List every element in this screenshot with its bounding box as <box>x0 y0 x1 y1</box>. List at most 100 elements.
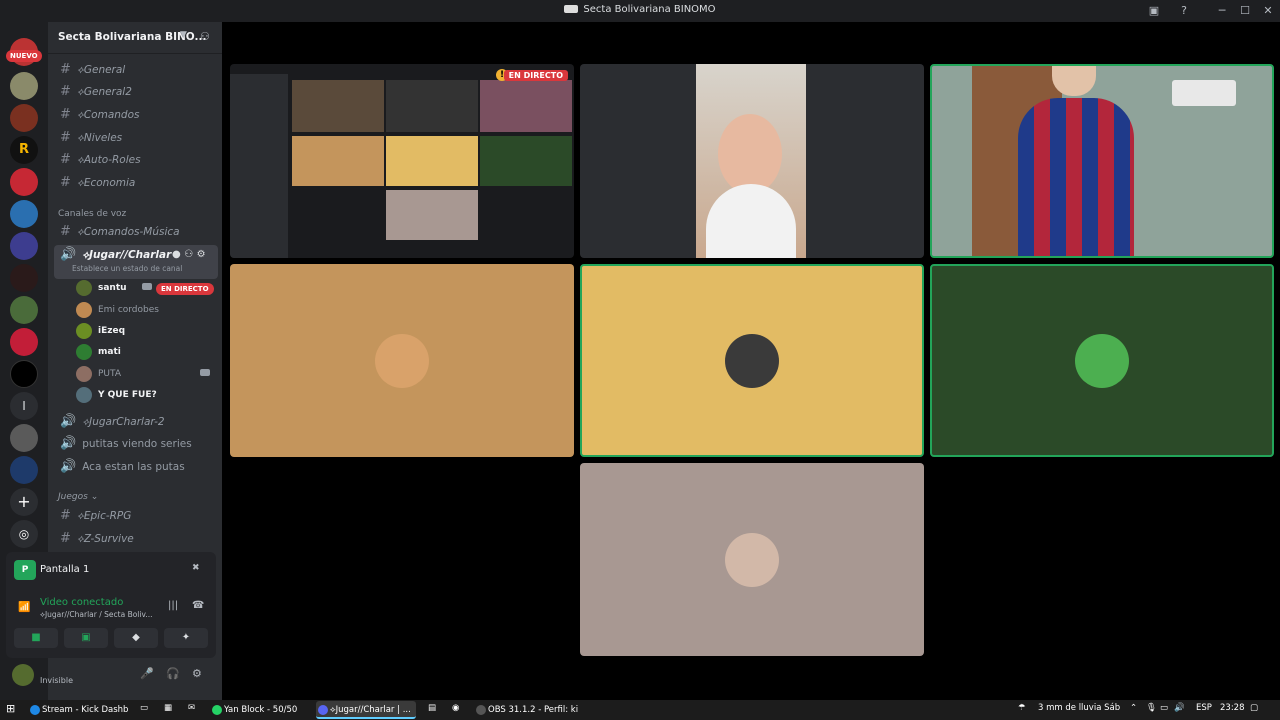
inbox-icon[interactable]: ▣ <box>1146 3 1162 19</box>
store-icon[interactable]: ▦ <box>164 703 172 713</box>
text-channel[interactable]: # ⟡Comandos <box>54 105 218 125</box>
voice-member[interactable]: PUTA <box>76 364 218 384</box>
microphone-icon[interactable]: 🎤 <box>140 667 154 680</box>
taskbar-app[interactable]: Yan Block - 50/50 <box>210 701 310 719</box>
close-button[interactable]: ✕ <box>1256 2 1280 20</box>
stream-preview-sidebar <box>230 74 288 258</box>
minimize-button[interactable]: ─ <box>1210 2 1234 20</box>
soundboard-button[interactable]: ✦ <box>164 628 208 648</box>
gear-icon[interactable]: ⚙ <box>192 667 202 680</box>
weather-text[interactable]: 3 mm de lluvia Sáb <box>1038 703 1120 713</box>
text-channel[interactable]: # ⟡General <box>54 60 218 80</box>
avatar[interactable] <box>12 664 34 686</box>
stream-preview-tile <box>480 80 572 132</box>
clock[interactable]: 23:28 <box>1220 703 1245 713</box>
avatar <box>76 344 92 360</box>
server-icon[interactable] <box>10 456 38 484</box>
server-icon[interactable] <box>10 424 38 452</box>
windows-start-icon[interactable]: ⊞ <box>6 702 15 715</box>
voice-member[interactable]: iEzeq <box>76 321 218 341</box>
server-icon[interactable] <box>10 104 38 132</box>
text-channel[interactable]: # ⟡Niveles <box>54 128 218 148</box>
voice-channel[interactable]: 🔊 putitas viendo series <box>54 434 218 454</box>
network-icon[interactable]: ▭ <box>1160 703 1168 713</box>
whatsapp-icon <box>212 705 222 715</box>
camera-tile[interactable] <box>930 64 1274 258</box>
chevron-up-icon[interactable]: ⌃ <box>1130 703 1137 713</box>
voice-member[interactable]: santu EN DIRECTO <box>76 278 218 298</box>
avatar <box>76 387 92 403</box>
maximize-button[interactable]: ☐ <box>1233 2 1257 20</box>
participant-tile[interactable] <box>930 264 1274 457</box>
stop-stream-icon[interactable]: ✖ <box>192 563 200 573</box>
connection-status[interactable]: Video conectado <box>40 597 123 608</box>
screen-share-button[interactable]: ▣ <box>64 628 108 648</box>
taskbar-app[interactable]: ⟡Jugar//Charlar | ... <box>316 701 416 719</box>
hash-icon: # <box>60 107 71 122</box>
camera-button[interactable]: ■ <box>14 628 58 648</box>
server-icon[interactable]: I <box>10 392 38 420</box>
camera-tile[interactable] <box>580 64 924 258</box>
voice-channel[interactable]: 🔊 Aca estan las putas <box>54 457 218 477</box>
category-games[interactable]: Juegos ⌄ <box>58 492 98 502</box>
voice-channel[interactable]: 🔊 ⟡JugarCharlar-2 <box>54 412 218 432</box>
taskbar-app[interactable]: OBS 31.1.2 - Perfil: ki... <box>474 701 578 719</box>
text-channel[interactable]: # ⟡Epic-RPG <box>54 506 218 526</box>
user-status[interactable]: Invisible <box>40 676 73 685</box>
hash-icon: # <box>60 84 71 99</box>
disconnect-icon[interactable]: ☎ <box>192 600 204 611</box>
server-icon[interactable] <box>10 232 38 260</box>
terminal-icon[interactable]: ▤ <box>428 703 436 713</box>
channel-actions-icon[interactable]: ● ⚇ ⚙ <box>172 245 206 265</box>
invite-icon[interactable]: ⚇ <box>200 30 210 43</box>
headphones-icon[interactable]: 🎧 <box>166 667 180 680</box>
live-badge: EN DIRECTO <box>156 283 214 295</box>
server-icon[interactable] <box>10 168 38 196</box>
server-icon[interactable] <box>10 360 38 388</box>
server-icon[interactable] <box>10 264 38 292</box>
camera-icon <box>142 283 152 290</box>
obs-icon <box>476 705 486 715</box>
volume-icon[interactable]: 🔊 <box>1174 703 1185 713</box>
active-voice-channel[interactable]: 🔊 ⟡Jugar//Charlar Establece un estado de … <box>54 245 218 279</box>
category-voice[interactable]: Canales de voz <box>58 209 126 219</box>
channel-status[interactable]: Establece un estado de canal <box>72 259 182 279</box>
chevron-down-icon: ⌄ <box>90 492 99 502</box>
steam-icon[interactable]: ◉ <box>452 703 459 713</box>
hash-icon: # <box>60 62 71 77</box>
voice-member[interactable]: Y QUE FUE? <box>76 385 218 405</box>
server-icon[interactable] <box>10 328 38 356</box>
text-channel[interactable]: # ⟡Z-Survive <box>54 529 218 549</box>
text-channel[interactable]: # ⟡General2 <box>54 82 218 102</box>
mail-icon[interactable]: ✉ <box>188 703 195 713</box>
folder-icon[interactable]: ▭ <box>140 703 148 713</box>
text-channel[interactable]: # ⟡Economia <box>54 173 218 193</box>
add-server-icon[interactable]: + <box>10 488 38 516</box>
stream-tile[interactable]: ! EN DIRECTO <box>230 64 574 258</box>
help-icon[interactable]: ? <box>1176 3 1192 19</box>
notification-icon[interactable]: ▢ <box>1250 703 1258 713</box>
server-icon[interactable] <box>10 296 38 324</box>
participant-tile[interactable] <box>230 264 574 457</box>
signal-icon[interactable]: 📶 <box>18 602 30 613</box>
noise-suppression-icon[interactable]: ||| <box>168 600 178 611</box>
language-indicator[interactable]: ESP <box>1196 703 1212 713</box>
text-channel[interactable]: # ⟡Auto-Roles <box>54 150 218 170</box>
discover-icon[interactable]: ◎ <box>10 520 38 548</box>
server-icon[interactable] <box>10 72 38 100</box>
server-icon[interactable] <box>10 200 38 228</box>
voice-member[interactable]: mati <box>76 342 218 362</box>
participant-tile[interactable] <box>580 264 924 457</box>
server-icon[interactable]: R <box>10 136 38 164</box>
guild-header[interactable]: Secta Bolivariana BINO... ▼ ⚇ <box>48 22 222 54</box>
activity-button[interactable]: ◆ <box>114 628 158 648</box>
connection-channel[interactable]: ⟡Jugar//Charlar / Secta Boliv... <box>40 610 152 620</box>
voice-member[interactable]: Emi cordobes <box>76 300 218 320</box>
participant-tile[interactable] <box>580 463 924 656</box>
taskbar-app[interactable]: Stream - Kick Dashb... <box>28 701 128 719</box>
voice-channel[interactable]: # ⟡Comandos-Música <box>54 222 218 242</box>
hash-icon: # <box>60 531 71 546</box>
stream-preview-tile <box>292 80 384 132</box>
microphone-icon[interactable]: 🎙 <box>1146 703 1157 713</box>
participant-body <box>706 184 796 258</box>
